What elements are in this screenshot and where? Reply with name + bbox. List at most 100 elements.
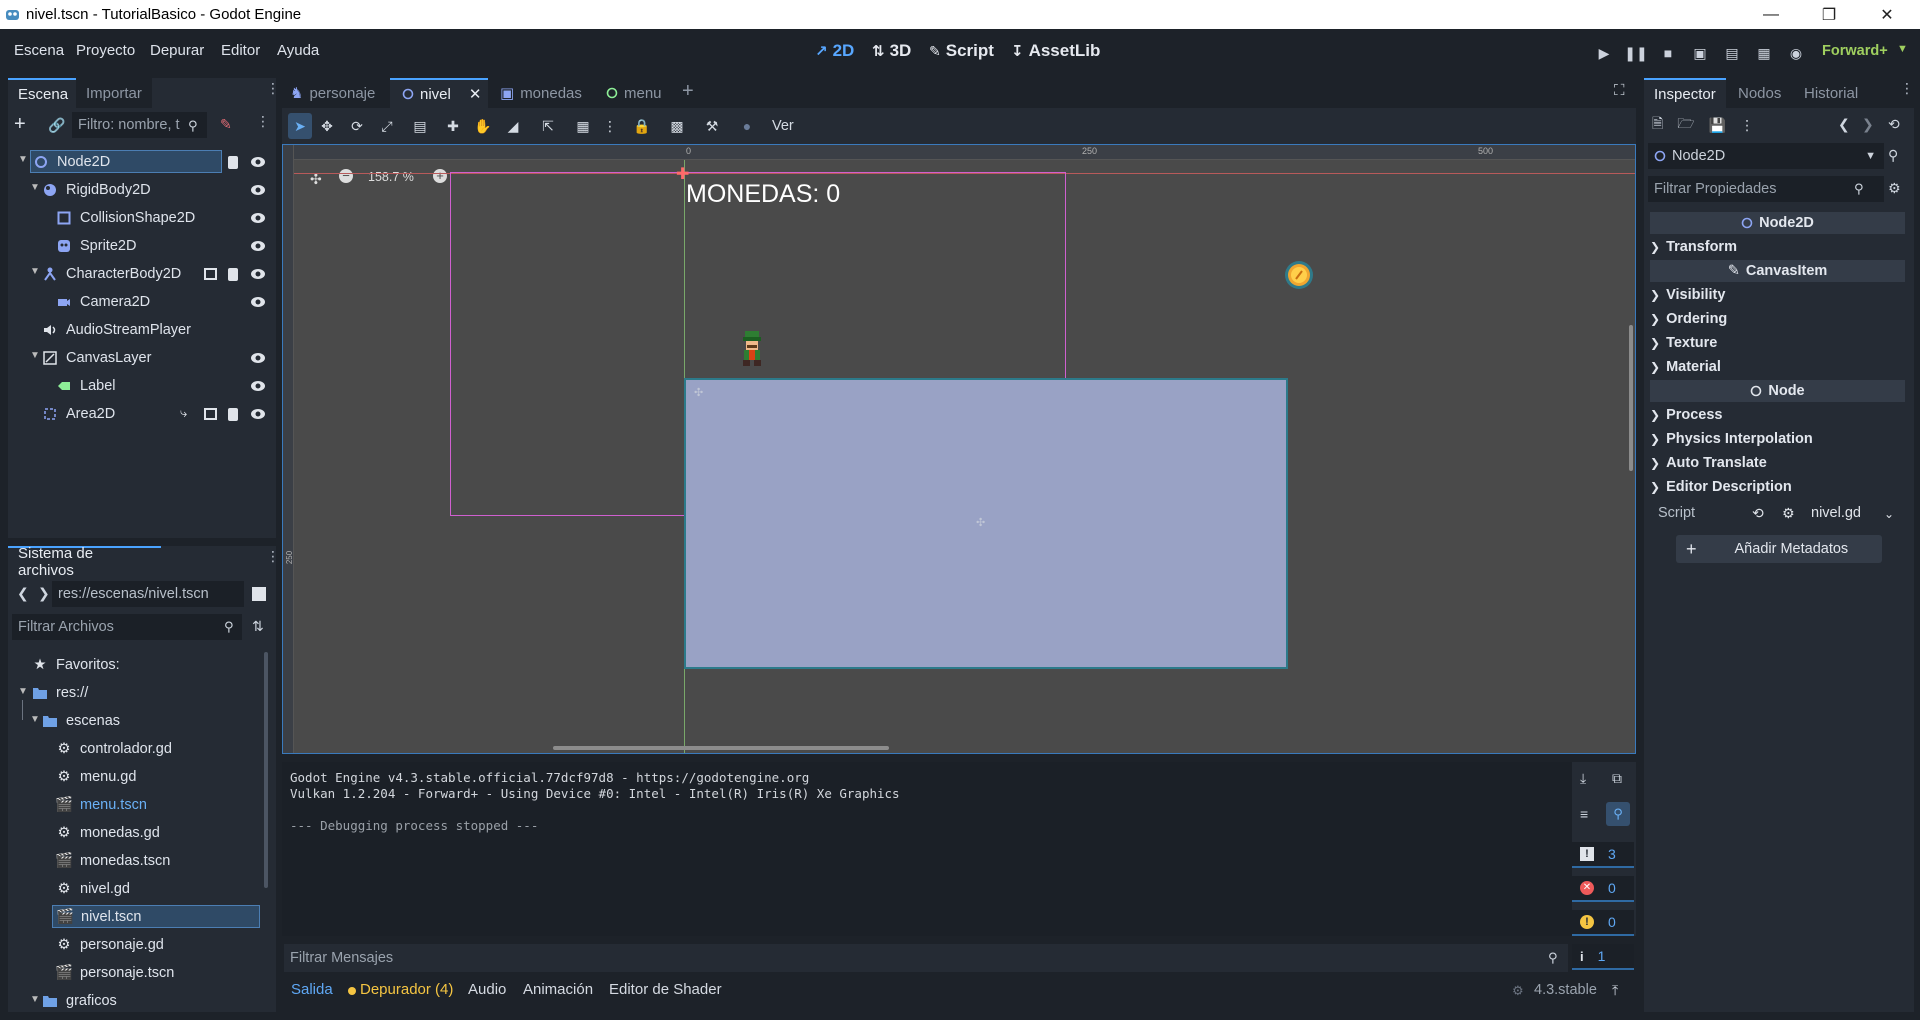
collapse-arrow-icon[interactable]: ▼ <box>30 994 40 1005</box>
handle-icon[interactable]: ✣ <box>694 386 703 399</box>
script-attached-icon[interactable] <box>228 268 238 281</box>
file-personaje-tscn[interactable]: 🎬 personaje.tscn <box>55 961 174 984</box>
scene-filter-input[interactable] <box>72 112 207 138</box>
fullscreen-icon[interactable]: ⛶ <box>1614 82 1625 99</box>
horizontal-scrollbar[interactable] <box>553 746 889 750</box>
history-forward-icon[interactable]: ❯ <box>1862 116 1874 133</box>
select-tool-icon[interactable]: ➤ <box>288 113 312 139</box>
signal-icon[interactable]: ⤷ <box>180 405 187 421</box>
renderer-select[interactable]: Forward+ <box>1822 43 1888 59</box>
message-filter-input[interactable] <box>284 944 1568 972</box>
skeleton-icon[interactable]: ● <box>732 118 762 134</box>
open-folder-icon[interactable]: 🗁 <box>1677 113 1694 137</box>
grid-snap-icon[interactable]: ▦ <box>568 118 598 135</box>
expand-panel-icon[interactable]: ⤒ <box>1612 982 1618 999</box>
visibility-eye-icon[interactable] <box>250 268 266 280</box>
tree-node-characterbody2d[interactable]: CharacterBody2D <box>42 262 181 285</box>
vertical-scrollbar[interactable] <box>1629 325 1633 471</box>
filesystem-menu-icon[interactable]: ⋮ <box>266 549 280 563</box>
handle-icon[interactable]: ✣ <box>976 516 985 529</box>
tree-node-camera2d[interactable]: Camera2D <box>56 290 150 313</box>
file-menu-gd[interactable]: ⚙ menu.gd <box>56 765 137 788</box>
tab-animacion[interactable]: Animación <box>523 981 593 998</box>
tree-node-canvaslayer[interactable]: CanvasLayer <box>42 346 151 369</box>
section-ordering[interactable]: ❯ Ordering <box>1650 308 1905 330</box>
script-attached-icon[interactable] <box>228 408 238 421</box>
rotate-tool-icon[interactable]: ⟳ <box>342 118 372 135</box>
file-personaje-gd[interactable]: ⚙ personaje.gd <box>56 933 164 956</box>
history-back-icon[interactable]: ❮ <box>1838 116 1850 133</box>
node-settings-icon[interactable]: ⚲ <box>1888 147 1898 164</box>
snap-options-icon[interactable]: ⋮ <box>598 118 622 135</box>
scene-instance-icon[interactable] <box>204 408 217 420</box>
section-process[interactable]: ❯ Process <box>1650 404 1905 426</box>
error-counter[interactable]: ✕ 0 <box>1572 876 1634 902</box>
canvas-viewport[interactable]: 0 250 500 250 ✣ − 158.7 % + ✣ ✣ ✚ MONEDA… <box>282 144 1636 754</box>
split-view-icon[interactable] <box>252 587 266 601</box>
tree-node-area2d[interactable]: Area2D <box>42 402 115 425</box>
script-attach-icon[interactable]: ✎ <box>220 116 232 133</box>
scene-instance-icon[interactable] <box>204 268 217 280</box>
remote-debug-icon[interactable]: ▣ <box>1690 43 1710 63</box>
play-scene-icon[interactable]: ▤ <box>1722 43 1742 63</box>
section-physics-interpolation[interactable]: ❯ Physics Interpolation <box>1650 428 1905 450</box>
visibility-eye-icon[interactable] <box>250 408 266 420</box>
node-selector[interactable]: Node2D ▼ <box>1648 143 1884 169</box>
visibility-eye-icon[interactable] <box>250 380 266 392</box>
info-counter[interactable]: i1 <box>1572 944 1634 970</box>
tab-shader-editor[interactable]: Editor de Shader <box>609 981 722 998</box>
section-transform[interactable]: ❯ Transform <box>1650 236 1905 258</box>
visibility-eye-icon[interactable] <box>250 156 266 168</box>
tree-node-rigidbody2d[interactable]: RigidBody2D <box>42 178 151 201</box>
menu-proyecto[interactable]: Proyecto <box>76 42 135 59</box>
back-arrow-icon[interactable]: ❮ <box>17 585 29 602</box>
workspace-assetlib-button[interactable]: ↧ AssetLib <box>1011 41 1100 61</box>
folder-res[interactable]: res:// <box>32 681 88 704</box>
tab-depurador[interactable]: Depurador (4) <box>360 981 453 998</box>
visibility-eye-icon[interactable] <box>250 352 266 364</box>
menu-escena[interactable]: Escena <box>14 42 64 59</box>
tree-node-collisionshape2d[interactable]: CollisionShape2D <box>56 206 195 229</box>
visibility-eye-icon[interactable] <box>250 240 266 252</box>
tab-nodos[interactable]: Nodos <box>1728 78 1791 108</box>
menu-depurar[interactable]: Depurar <box>150 42 204 59</box>
forward-arrow-icon[interactable]: ❯ <box>38 585 50 602</box>
tab-inspector[interactable]: Inspector <box>1644 78 1726 108</box>
scene-dock-menu-icon[interactable]: ⋮ <box>266 81 280 95</box>
smart-snap-icon[interactable]: ⇱ <box>528 118 568 135</box>
collision-shape-rect[interactable] <box>684 378 1288 669</box>
property-filter-input[interactable] <box>1648 176 1884 202</box>
tree-node-sprite2d[interactable]: Sprite2D <box>56 234 136 257</box>
warning-counter[interactable]: ! 0 <box>1572 910 1634 936</box>
section-auto-translate[interactable]: ❯ Auto Translate <box>1650 452 1905 474</box>
workspace-script-button[interactable]: ✎ Script <box>929 41 994 61</box>
stop-icon[interactable]: ■ <box>1658 43 1678 63</box>
object-history-icon[interactable]: ⟲ <box>1888 116 1900 133</box>
add-node-icon[interactable]: + <box>14 114 34 135</box>
minimize-button[interactable]: — <box>1742 0 1800 29</box>
clear-output-icon[interactable]: ⤓ <box>1580 770 1586 787</box>
collapse-arrow-icon[interactable]: ▼ <box>30 182 40 193</box>
section-editor-description[interactable]: ❯ Editor Description <box>1650 476 1905 498</box>
file-nivel-tscn[interactable]: 🎬 nivel.tscn <box>52 905 260 928</box>
bone-icon[interactable]: ⚒ <box>692 118 732 135</box>
new-resource-icon[interactable]: 🗎 <box>1652 113 1663 137</box>
collapse-arrow-icon[interactable]: ▼ <box>18 686 28 697</box>
link-icon[interactable]: 🔗 <box>48 117 65 134</box>
save-icon[interactable]: 💾 <box>1709 117 1726 134</box>
tab-filesystem[interactable]: Sistema de archivos <box>8 545 161 579</box>
copy-icon[interactable]: ⧉ <box>1612 770 1622 787</box>
tab-historial[interactable]: Historial <box>1794 78 1868 108</box>
tab-importar[interactable]: Importar <box>76 78 152 108</box>
tab-escena[interactable]: Escena <box>8 78 76 108</box>
move-tool-icon[interactable]: ✥ <box>312 118 342 135</box>
scene-tab-nivel[interactable]: nivel ✕ <box>390 78 488 108</box>
section-material[interactable]: ❯ Material <box>1650 356 1905 378</box>
lock-icon[interactable]: 🔒 <box>622 118 662 135</box>
tree-node-audiostreamplayer[interactable]: AudioStreamPlayer <box>42 318 191 341</box>
character-sprite[interactable] <box>737 331 767 367</box>
group-icon[interactable]: ▩ <box>662 118 692 135</box>
filesystem-scrollbar[interactable] <box>264 652 268 888</box>
add-metadata-button[interactable]: + Añadir Metadatos <box>1676 535 1882 563</box>
workspace-2d-button[interactable]: ↗ 2D <box>815 41 854 61</box>
